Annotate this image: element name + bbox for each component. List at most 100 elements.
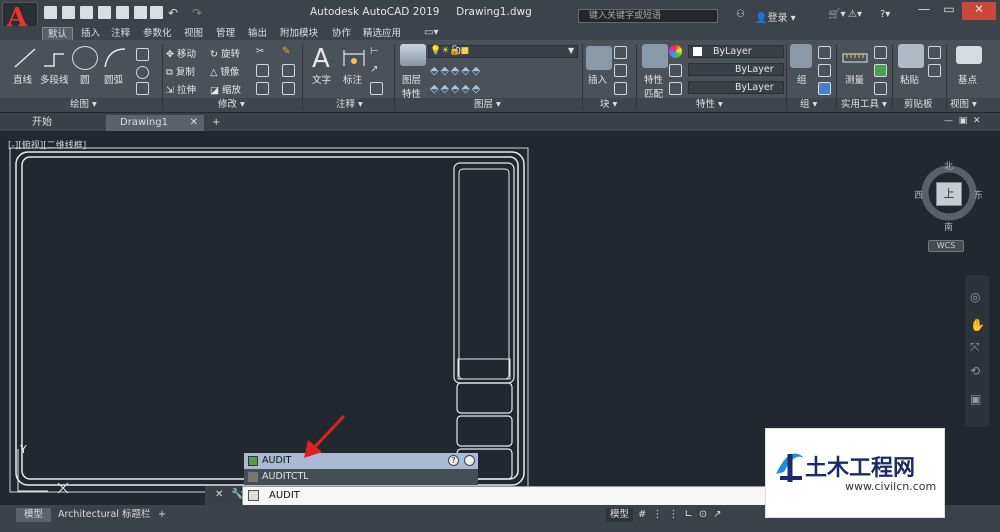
paste-icon[interactable] (898, 44, 924, 68)
clipboard-panel-label[interactable]: 剪贴板 (904, 98, 933, 112)
add-layout-button[interactable]: + (150, 508, 174, 522)
ribbon-toggle-icon[interactable]: ▭▾ (424, 27, 438, 38)
tab-manage[interactable]: 管理 (211, 27, 240, 40)
web-open-icon[interactable] (116, 6, 129, 19)
base-view-icon[interactable] (956, 46, 982, 64)
doc-tab-drawing[interactable]: Drawing1 ✕ (106, 115, 204, 131)
trim-icon[interactable]: ✂ (256, 46, 269, 59)
explode-icon[interactable] (282, 64, 295, 77)
orbit-icon[interactable]: ⟲ (970, 364, 980, 378)
quick-select-icon[interactable] (874, 64, 887, 77)
match-properties-button[interactable]: 特性 匹配 (644, 72, 663, 100)
erase-icon[interactable]: ✎ (282, 46, 295, 59)
tab-addins[interactable]: 附加模块 (275, 27, 323, 40)
fillet-icon[interactable] (256, 64, 269, 77)
undo-icon[interactable]: ↶ (168, 6, 181, 20)
tab-insert[interactable]: 插入 (76, 27, 105, 40)
tab-default[interactable]: 默认 (42, 27, 74, 40)
hatch-icon[interactable] (136, 82, 149, 95)
zoom-extents-icon[interactable]: ⤧ (970, 340, 980, 355)
utilities-panel-label[interactable]: 实用工具 ▾ (841, 98, 887, 112)
line-icon[interactable] (12, 46, 38, 70)
polyline-button[interactable]: 多段线 (40, 72, 69, 86)
scale-button[interactable]: ◪ 缩放 (210, 82, 241, 96)
ellipse-icon[interactable] (136, 66, 149, 79)
circle-button[interactable]: 圆 (80, 72, 90, 86)
calculator-icon[interactable] (874, 46, 887, 59)
move-button[interactable]: ✥ 移动 (166, 46, 196, 60)
compass-south[interactable]: 南 (944, 220, 953, 233)
rotate-button[interactable]: ↻ 旋转 (210, 46, 240, 60)
group-select-icon[interactable] (818, 82, 831, 95)
minimize-button[interactable]: — (912, 2, 936, 20)
block-attributes-icon[interactable] (614, 82, 627, 95)
base-view-button[interactable]: 基点 (958, 72, 977, 86)
linetype-icon[interactable] (669, 64, 682, 77)
polyline-icon[interactable] (42, 46, 68, 70)
new-file-icon[interactable] (44, 6, 57, 19)
restore-button[interactable]: ▭ (937, 2, 961, 20)
close-button[interactable]: ✕ (962, 2, 996, 20)
web-save-icon[interactable] (134, 6, 147, 19)
dimension-icon[interactable] (341, 46, 367, 70)
linear-dim-icon[interactable]: ⊢ (370, 46, 383, 59)
dropdown-arrow-icon[interactable]: ▼ (568, 46, 574, 55)
measure-button[interactable]: 测量 (845, 72, 864, 86)
layer-tools-row1-icon[interactable]: ⬘⬘⬘⬘⬘ (430, 64, 482, 77)
group-edit-icon[interactable] (818, 64, 831, 77)
binoculars-icon[interactable]: ⚇ (736, 9, 745, 20)
suggestion-item-auditctl[interactable]: AUDITCTL (244, 469, 478, 485)
login-button[interactable]: 👤登录 ▾ (755, 9, 796, 24)
layer-tools-row2-icon[interactable]: ⬘⬘⬘⬘⬘ (430, 82, 482, 95)
wcs-menu[interactable]: WCS (928, 240, 964, 252)
command-line-grip[interactable]: ✕ 🔧 (205, 486, 243, 506)
viewport-window-controls[interactable]: — ▣ ✕ (944, 116, 981, 126)
cart-icon[interactable]: 🛒▾ (828, 9, 845, 20)
cut-icon[interactable] (928, 64, 941, 77)
tab-parametric[interactable]: 参数化 (138, 27, 177, 40)
group-icon[interactable] (790, 44, 812, 68)
pan-icon[interactable]: ✋ (970, 318, 985, 332)
showmotion-icon[interactable]: ▣ (970, 392, 981, 406)
viewcube-top-face[interactable]: 上 (936, 182, 962, 206)
line-button[interactable]: 直线 (13, 72, 32, 86)
tab-view[interactable]: 视图 (179, 27, 208, 40)
ungroup-icon[interactable] (818, 46, 831, 59)
color-wheel-icon[interactable] (669, 45, 682, 58)
measure-icon[interactable] (842, 46, 868, 70)
tab-collaborate[interactable]: 协作 (327, 27, 356, 40)
lineweight-dropdown[interactable]: ByLayer (688, 81, 784, 94)
copy-clip-icon[interactable] (928, 46, 941, 59)
mirror-button[interactable]: △ 镜像 (210, 64, 239, 78)
open-file-icon[interactable] (62, 6, 75, 19)
leader-icon[interactable]: ↗ (370, 64, 383, 77)
globe-icon[interactable] (464, 455, 475, 466)
groups-panel-label[interactable]: 组 ▾ (800, 98, 817, 112)
viewcube[interactable]: 北 南 东 西 上 (914, 159, 984, 233)
exchange-icon[interactable]: ⚠▾ (848, 9, 862, 20)
match-properties-icon[interactable] (642, 44, 668, 68)
stretch-button[interactable]: ⇲ 拉伸 (166, 82, 196, 96)
view-panel-label[interactable]: 视图 ▾ (950, 98, 977, 112)
tab-annotate[interactable]: 注释 (106, 27, 135, 40)
text-button[interactable]: 文字 (312, 72, 331, 86)
model-space-button[interactable]: 模型 (606, 508, 634, 522)
help-icon[interactable]: ? (448, 455, 459, 466)
search-input[interactable]: 键入关键字或短语 (578, 9, 718, 23)
annotation-panel-label[interactable]: 注释 ▾ (336, 98, 363, 112)
close-tab-icon[interactable]: ✕ (190, 115, 198, 131)
arc-button[interactable]: 圆弧 (104, 72, 123, 86)
compass-north[interactable]: 北 (944, 159, 953, 172)
layer-properties-button[interactable]: 图层 特性 (402, 72, 421, 100)
dimension-button[interactable]: 标注 (343, 72, 362, 86)
point-style-icon[interactable] (874, 82, 887, 95)
table-icon[interactable] (370, 82, 383, 95)
layout-tab[interactable]: Architectural 标题栏 (50, 508, 159, 522)
color-dropdown[interactable]: ByLayer (688, 45, 784, 58)
tab-featured[interactable]: 精选应用 (358, 27, 406, 40)
arc-icon[interactable] (102, 46, 128, 70)
insert-button[interactable]: 插入 (588, 72, 607, 86)
lineweight-icon[interactable] (669, 82, 682, 95)
array-icon[interactable] (256, 82, 269, 95)
properties-panel-label[interactable]: 特性 ▾ (696, 98, 723, 112)
